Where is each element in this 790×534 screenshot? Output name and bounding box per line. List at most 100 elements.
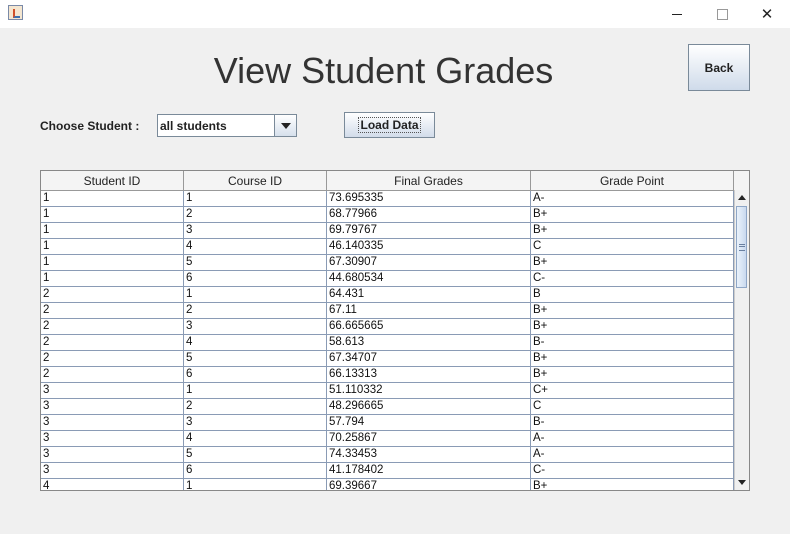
- scrollbar-thumb[interactable]: [736, 206, 747, 288]
- cell-course-id[interactable]: 5: [184, 255, 327, 270]
- cell-student-id[interactable]: 2: [41, 303, 184, 318]
- back-button[interactable]: Back: [688, 44, 750, 91]
- table-row[interactable]: 3 3 57.794 B-: [41, 415, 734, 431]
- cell-student-id[interactable]: 3: [41, 415, 184, 430]
- cell-final-grade[interactable]: 69.39667: [327, 479, 531, 490]
- java-app-icon[interactable]: [8, 5, 23, 20]
- cell-student-id[interactable]: 3: [41, 399, 184, 414]
- cell-grade-point[interactable]: A-: [531, 191, 734, 206]
- cell-student-id[interactable]: 1: [41, 271, 184, 286]
- table-row[interactable]: 1 3 69.79767 B+: [41, 223, 734, 239]
- cell-final-grade[interactable]: 48.296665: [327, 399, 531, 414]
- cell-student-id[interactable]: 1: [41, 223, 184, 238]
- cell-grade-point[interactable]: C: [531, 399, 734, 414]
- cell-course-id[interactable]: 1: [184, 479, 327, 490]
- cell-grade-point[interactable]: B+: [531, 319, 734, 334]
- cell-student-id[interactable]: 2: [41, 335, 184, 350]
- table-row[interactable]: 2 3 66.665665 B+: [41, 319, 734, 335]
- cell-grade-point[interactable]: C: [531, 239, 734, 254]
- cell-grade-point[interactable]: B-: [531, 415, 734, 430]
- cell-student-id[interactable]: 4: [41, 479, 184, 490]
- vertical-scrollbar[interactable]: [734, 190, 749, 490]
- cell-grade-point[interactable]: B+: [531, 351, 734, 366]
- cell-course-id[interactable]: 2: [184, 207, 327, 222]
- cell-grade-point[interactable]: B+: [531, 367, 734, 382]
- column-header-course-id[interactable]: Course ID: [184, 171, 327, 190]
- table-row[interactable]: 2 1 64.431 B: [41, 287, 734, 303]
- cell-student-id[interactable]: 2: [41, 351, 184, 366]
- cell-final-grade[interactable]: 68.77966: [327, 207, 531, 222]
- student-select[interactable]: all students: [157, 114, 297, 137]
- cell-final-grade[interactable]: 69.79767: [327, 223, 531, 238]
- cell-final-grade[interactable]: 41.178402: [327, 463, 531, 478]
- cell-course-id[interactable]: 1: [184, 191, 327, 206]
- cell-grade-point[interactable]: B+: [531, 255, 734, 270]
- cell-final-grade[interactable]: 44.680534: [327, 271, 531, 286]
- cell-final-grade[interactable]: 66.13313: [327, 367, 531, 382]
- table-row[interactable]: 2 2 67.11 B+: [41, 303, 734, 319]
- cell-course-id[interactable]: 3: [184, 415, 327, 430]
- cell-student-id[interactable]: 3: [41, 447, 184, 462]
- cell-grade-point[interactable]: B-: [531, 335, 734, 350]
- cell-final-grade[interactable]: 70.25867: [327, 431, 531, 446]
- cell-final-grade[interactable]: 46.140335: [327, 239, 531, 254]
- table-row[interactable]: 3 5 74.33453 A-: [41, 447, 734, 463]
- table-row[interactable]: 2 6 66.13313 B+: [41, 367, 734, 383]
- maximize-button[interactable]: [699, 0, 745, 28]
- cell-student-id[interactable]: 3: [41, 383, 184, 398]
- cell-student-id[interactable]: 2: [41, 287, 184, 302]
- cell-grade-point[interactable]: B+: [531, 303, 734, 318]
- cell-course-id[interactable]: 3: [184, 319, 327, 334]
- cell-grade-point[interactable]: A-: [531, 431, 734, 446]
- table-row[interactable]: 3 4 70.25867 A-: [41, 431, 734, 447]
- cell-final-grade[interactable]: 51.110332: [327, 383, 531, 398]
- cell-final-grade[interactable]: 67.34707: [327, 351, 531, 366]
- cell-course-id[interactable]: 6: [184, 463, 327, 478]
- table-row[interactable]: 1 2 68.77966 B+: [41, 207, 734, 223]
- cell-student-id[interactable]: 3: [41, 463, 184, 478]
- load-data-button[interactable]: Load Data: [344, 112, 435, 138]
- column-header-final-grades[interactable]: Final Grades: [327, 171, 531, 190]
- cell-final-grade[interactable]: 67.30907: [327, 255, 531, 270]
- table-row[interactable]: 2 5 67.34707 B+: [41, 351, 734, 367]
- table-row[interactable]: 3 6 41.178402 C-: [41, 463, 734, 479]
- cell-student-id[interactable]: 3: [41, 431, 184, 446]
- cell-course-id[interactable]: 6: [184, 367, 327, 382]
- table-row[interactable]: 1 4 46.140335 C: [41, 239, 734, 255]
- cell-final-grade[interactable]: 57.794: [327, 415, 531, 430]
- cell-course-id[interactable]: 2: [184, 303, 327, 318]
- table-row[interactable]: 1 1 73.695335 A-: [41, 191, 734, 207]
- cell-course-id[interactable]: 1: [184, 287, 327, 302]
- cell-final-grade[interactable]: 67.11: [327, 303, 531, 318]
- cell-course-id[interactable]: 3: [184, 223, 327, 238]
- table-row[interactable]: 1 6 44.680534 C-: [41, 271, 734, 287]
- cell-course-id[interactable]: 4: [184, 239, 327, 254]
- cell-course-id[interactable]: 5: [184, 351, 327, 366]
- dropdown-button[interactable]: [274, 115, 296, 136]
- cell-course-id[interactable]: 6: [184, 271, 327, 286]
- cell-final-grade[interactable]: 73.695335: [327, 191, 531, 206]
- cell-student-id[interactable]: 1: [41, 239, 184, 254]
- cell-grade-point[interactable]: B+: [531, 223, 734, 238]
- cell-final-grade[interactable]: 58.613: [327, 335, 531, 350]
- cell-student-id[interactable]: 1: [41, 255, 184, 270]
- cell-grade-point[interactable]: C-: [531, 463, 734, 478]
- table-row[interactable]: 4 1 69.39667 B+: [41, 479, 734, 490]
- cell-course-id[interactable]: 2: [184, 399, 327, 414]
- table-row[interactable]: 3 1 51.110332 C+: [41, 383, 734, 399]
- cell-student-id[interactable]: 1: [41, 207, 184, 222]
- scroll-down-button[interactable]: [735, 475, 749, 490]
- cell-grade-point[interactable]: B+: [531, 479, 734, 490]
- cell-final-grade[interactable]: 64.431: [327, 287, 531, 302]
- cell-grade-point[interactable]: B+: [531, 207, 734, 222]
- table-row[interactable]: 1 5 67.30907 B+: [41, 255, 734, 271]
- cell-grade-point[interactable]: A-: [531, 447, 734, 462]
- scroll-up-button[interactable]: [735, 190, 749, 205]
- table-row[interactable]: 2 4 58.613 B-: [41, 335, 734, 351]
- cell-grade-point[interactable]: C-: [531, 271, 734, 286]
- close-button[interactable]: ✕: [744, 0, 790, 28]
- cell-course-id[interactable]: 1: [184, 383, 327, 398]
- cell-course-id[interactable]: 4: [184, 431, 327, 446]
- column-header-grade-point[interactable]: Grade Point: [531, 171, 734, 190]
- cell-course-id[interactable]: 4: [184, 335, 327, 350]
